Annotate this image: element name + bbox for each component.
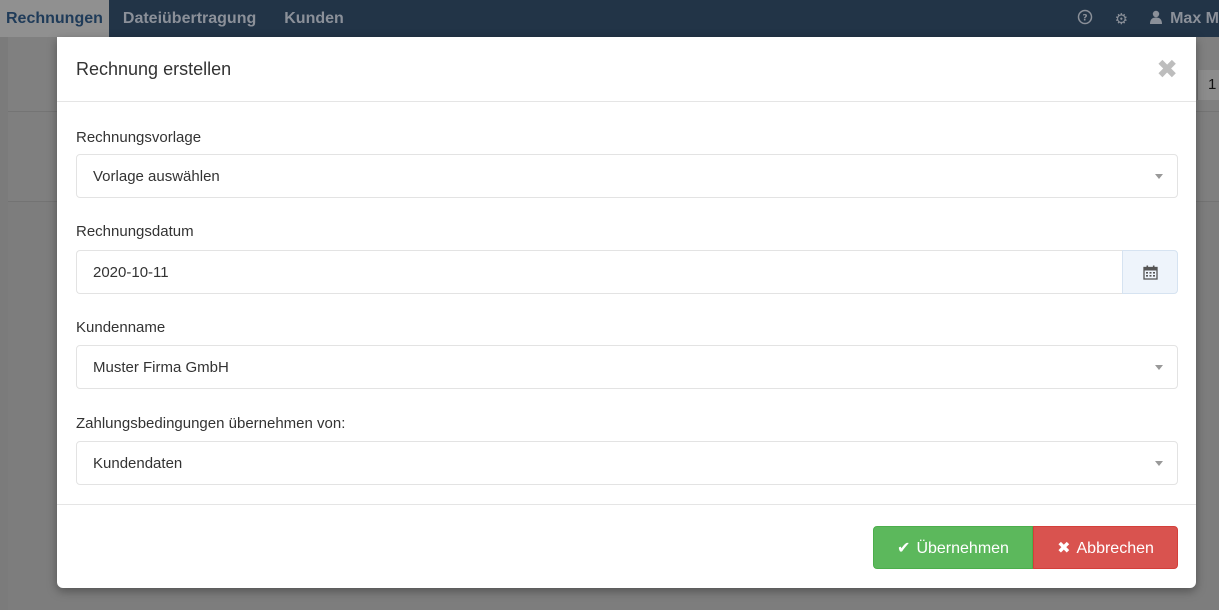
modal-title: Rechnung erstellen [76, 59, 232, 79]
top-navbar: Rechnungen Dateiübertragung Kunden ? ⚙ M… [0, 0, 1219, 37]
date-input-group: 2020-10-11 [76, 250, 1178, 294]
cancel-button[interactable]: ✖ Abbrechen [1033, 526, 1178, 569]
customer-select[interactable]: Muster Firma GmbH [76, 345, 1178, 389]
apply-button[interactable]: ✔ Übernehmen [873, 526, 1033, 569]
date-label: Rechnungsdatum [76, 223, 194, 240]
datepicker-button[interactable] [1122, 250, 1178, 294]
payment-terms-select[interactable]: Kundendaten [76, 441, 1178, 485]
modal-header: Rechnung erstellen ✖ [57, 37, 1196, 102]
date-input-value: 2020-10-11 [93, 264, 169, 281]
calendar-icon [1142, 265, 1158, 280]
payment-terms-label: Zahlungsbedingungen übernehmen von: [76, 415, 346, 432]
help-icon[interactable]: ? [1077, 9, 1093, 29]
nav-tab-dateiuebertragung[interactable]: Dateiübertragung [109, 0, 270, 37]
check-icon: ✔ [897, 540, 911, 557]
background-count: 1 [1197, 70, 1219, 100]
caret-down-icon [1155, 461, 1163, 466]
user-menu[interactable]: Max M [1170, 10, 1219, 28]
payment-terms-select-value: Kundendaten [93, 455, 183, 472]
caret-down-icon [1155, 365, 1163, 370]
caret-down-icon [1155, 174, 1163, 179]
create-invoice-modal: Rechnung erstellen ✖ Rechnungsvorlage Vo… [57, 37, 1196, 588]
apply-button-label: Übernehmen [916, 540, 1009, 557]
settings-icon[interactable]: ⚙ [1115, 10, 1128, 28]
close-icon: ✖ [1057, 540, 1071, 557]
template-select-value: Vorlage auswählen [93, 168, 220, 185]
customer-select-value: Muster Firma GmbH [93, 359, 229, 376]
template-label: Rechnungsvorlage [76, 129, 202, 146]
background-sidebar [0, 37, 8, 610]
modal-footer: ✔ Übernehmen ✖ Abbrechen [57, 504, 1196, 588]
date-input[interactable]: 2020-10-11 [76, 250, 1122, 294]
customer-label: Kundenname [76, 319, 166, 336]
close-button[interactable]: ✖ [1156, 55, 1178, 83]
nav-tab-kunden[interactable]: Kunden [270, 0, 358, 37]
close-icon: ✖ [1156, 54, 1178, 84]
nav-tab-rechnungen[interactable]: Rechnungen [0, 0, 109, 37]
template-select[interactable]: Vorlage auswählen [76, 154, 1178, 198]
svg-text:?: ? [1082, 13, 1087, 23]
user-icon [1150, 10, 1163, 28]
cancel-button-label: Abbrechen [1076, 540, 1154, 557]
navbar-right: ? ⚙ Max M [1077, 0, 1219, 37]
